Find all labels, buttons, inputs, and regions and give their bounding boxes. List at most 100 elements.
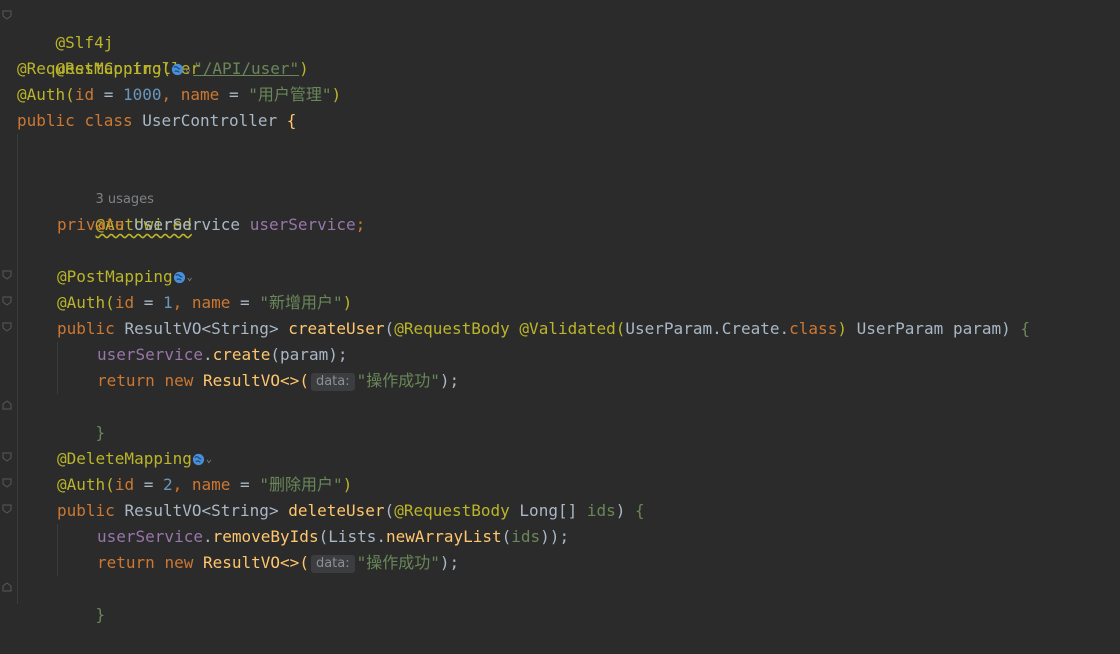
generic-bracket: < (201, 501, 212, 520)
code-line[interactable]: return new ResultVO<>(data: "操作成功"); (97, 368, 459, 394)
separator: , (172, 475, 192, 494)
argument: ids (511, 527, 541, 546)
dot: . (202, 345, 213, 364)
keyword: return (97, 371, 155, 390)
code-line[interactable]: @RequestMapping( ⌄ "/API/user") (17, 56, 309, 82)
paren: ( (65, 85, 75, 104)
method-call: removeByIds (212, 527, 319, 546)
type-name: String (211, 501, 269, 520)
attribute-key: id (74, 85, 95, 104)
annotation: @Auth (57, 475, 106, 494)
code-line[interactable]: @PostMapping ⌄ (57, 264, 195, 290)
type-name: ResultVO (124, 319, 202, 338)
globe-icon[interactable] (171, 63, 184, 76)
fold-icon[interactable] (2, 400, 12, 410)
paren: ); (328, 345, 348, 364)
annotation: @PostMapping (57, 267, 173, 286)
type-name: UserService (134, 215, 241, 234)
brace: } (95, 605, 106, 624)
paren: ) (342, 293, 353, 312)
fold-icon[interactable] (2, 296, 12, 306)
keyword: class (789, 319, 838, 338)
annotation: @RequestBody (394, 319, 510, 338)
code-line[interactable]: @DeleteMapping ⌄ (57, 446, 214, 472)
separator: , (172, 293, 192, 312)
code-line[interactable]: } (57, 394, 106, 442)
globe-icon[interactable] (192, 453, 205, 466)
code-line[interactable]: userService.create(param); (97, 342, 347, 368)
code-line[interactable]: public ResultVO<String> createUser(@Requ… (57, 316, 1030, 342)
method-call: create (212, 345, 271, 364)
operator: = (134, 475, 163, 494)
type-name: UserParam (856, 319, 944, 338)
code-line[interactable]: @Auth(id = 1, name = "新增用户") (57, 290, 352, 316)
paren: ( (105, 293, 115, 312)
fold-icon[interactable] (2, 452, 12, 462)
code-line[interactable]: } (57, 576, 106, 624)
parameter-name: param (952, 319, 1002, 338)
method-name: deleteUser (288, 501, 385, 520)
string-literal: "删除用户" (259, 475, 343, 494)
operator: = (230, 293, 260, 312)
paren: ) (342, 475, 353, 494)
code-line[interactable]: @Autowired (57, 186, 192, 234)
paren: )); (540, 527, 570, 546)
class-name: UserController (142, 111, 278, 130)
brace: { (1020, 319, 1031, 338)
diamond-operator: <>( (280, 371, 309, 390)
code-line[interactable]: userService.removeByIds(Lists.newArrayLi… (97, 524, 569, 550)
chevron-down-icon[interactable]: ⌄ (187, 272, 193, 283)
code-line[interactable]: @Slf4j (17, 4, 114, 52)
type-name: ResultVO (124, 501, 202, 520)
paren: ( (615, 319, 626, 338)
paren: ) (1001, 319, 1011, 338)
paren: ( (384, 501, 395, 520)
paren: ) (615, 501, 626, 520)
brace: } (95, 423, 106, 442)
paren: ) (299, 59, 309, 78)
diamond-operator: <>( (280, 553, 309, 572)
code-editor[interactable]: @Slf4j @RestController @RequestMapping( ⌄… (0, 0, 1120, 624)
code-line[interactable]: public ResultVO<String> deleteUser(@Requ… (57, 498, 645, 524)
keyword: public (57, 319, 115, 338)
fold-icon[interactable] (2, 270, 12, 280)
operator: = (134, 293, 163, 312)
attribute-key: id (114, 293, 135, 312)
type-name: String (211, 319, 269, 338)
method-name: createUser (288, 319, 385, 338)
paren: ); (439, 371, 460, 390)
globe-icon[interactable] (173, 271, 186, 284)
fold-icon[interactable] (2, 10, 12, 20)
separator: , (161, 85, 181, 104)
indent-guide (17, 134, 18, 604)
fold-icon[interactable] (2, 478, 12, 488)
code-line[interactable]: @Auth(id = 1000, name = "用户管理") (17, 82, 341, 108)
code-line[interactable]: @Auth(id = 2, name = "删除用户") (57, 472, 352, 498)
code-line[interactable]: public class UserController { (17, 108, 296, 134)
field-name: userService (97, 345, 203, 364)
string-literal: "操作成功" (356, 553, 440, 572)
code-line[interactable]: private UserService userService; (57, 212, 365, 238)
endpoint-url[interactable]: "/API/user" (193, 59, 299, 78)
dot: . (202, 527, 213, 546)
code-line[interactable]: return new ResultVO<>(data: "操作成功"); (97, 550, 459, 576)
code-line[interactable]: 3 usages (57, 162, 154, 207)
paren: ( (270, 345, 281, 364)
fold-icon[interactable] (2, 582, 12, 592)
chevron-down-icon[interactable]: ⌄ (206, 454, 212, 465)
number-literal: 1 (162, 293, 173, 312)
fold-icon[interactable] (2, 504, 12, 514)
chevron-down-icon[interactable]: ⌄ (185, 64, 191, 75)
keyword: new (164, 371, 194, 390)
code-line[interactable]: @RestController (17, 30, 201, 78)
string-literal: "操作成功" (356, 371, 440, 390)
annotation: @RequestMapping( (17, 59, 172, 78)
fold-icon[interactable] (2, 322, 12, 332)
keyword: return (97, 553, 155, 572)
class-reference: Lists (328, 527, 377, 546)
field-name: userService (97, 527, 203, 546)
attribute-key: name (180, 85, 220, 104)
annotation: @Auth (17, 85, 66, 104)
semicolon: ; (355, 215, 366, 234)
generic-bracket: > (268, 501, 279, 520)
